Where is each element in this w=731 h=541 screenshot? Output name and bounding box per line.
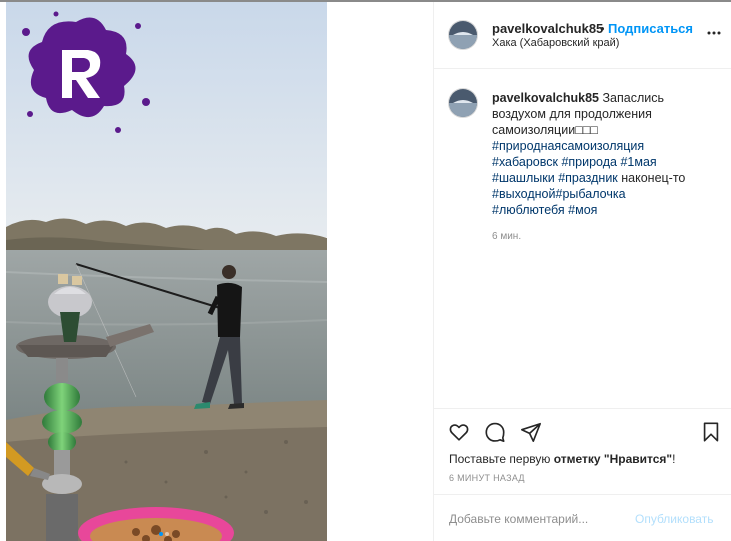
caption-avatar[interactable] xyxy=(448,88,478,118)
hashtag-link[interactable]: #рыбалочка xyxy=(556,187,626,201)
first-like-link[interactable]: отметку "Нравится" xyxy=(554,452,672,466)
hashtag-link[interactable]: #моя xyxy=(568,203,597,217)
hashtag-link[interactable]: #люблютебя xyxy=(492,203,565,217)
more-horizontal-icon[interactable] xyxy=(706,25,722,41)
header-separator: • xyxy=(600,21,605,36)
post-details-panel: pavelkovalchuk85 • Подписаться Хака (Хаб… xyxy=(433,2,731,541)
caption-emoji: □□□ xyxy=(575,123,598,137)
photo-scene xyxy=(6,2,327,541)
avatar[interactable] xyxy=(448,20,478,50)
carousel-dot xyxy=(165,532,169,536)
divider xyxy=(434,408,731,409)
likes-text: Поставьте первую xyxy=(449,452,554,466)
hashtag-link[interactable]: #природа xyxy=(561,155,617,169)
hashtag-link[interactable]: #выходной xyxy=(492,187,556,201)
bookmark-icon[interactable] xyxy=(700,421,722,443)
hashtag-link[interactable]: #природнаясамоизоляция xyxy=(492,139,644,153)
hashtag-link[interactable]: #шашлыки xyxy=(492,171,555,185)
post-header: pavelkovalchuk85 • Подписаться Хака (Хаб… xyxy=(434,2,731,69)
carousel-indicator xyxy=(158,523,170,541)
post-date[interactable]: 6 МИНУТ НАЗАД xyxy=(449,473,525,483)
heart-icon[interactable] xyxy=(448,421,470,443)
comment-input[interactable]: Добавьте комментарий... xyxy=(449,512,588,526)
location-link[interactable]: Хака (Хабаровский край) xyxy=(492,37,619,49)
follow-button[interactable]: Подписаться xyxy=(608,21,693,36)
post-photo[interactable] xyxy=(6,2,327,541)
header-username[interactable]: pavelkovalchuk85 xyxy=(492,21,603,36)
photo-right-gap xyxy=(327,2,433,541)
hashtag-link[interactable]: #1мая xyxy=(620,155,656,169)
caption-text: наконец-то xyxy=(617,171,686,185)
comment-bubble-icon[interactable] xyxy=(484,421,506,443)
hashtag-link[interactable]: #праздник xyxy=(558,171,618,185)
divider xyxy=(434,494,731,495)
carousel-dot-active xyxy=(159,532,163,536)
caption-time[interactable]: 6 мин. xyxy=(492,231,521,242)
paper-plane-icon[interactable] xyxy=(520,421,542,443)
hashtag-link[interactable]: #хабаровск xyxy=(492,155,558,169)
post-caption: pavelkovalchuk85 Запаслись воздухом для … xyxy=(492,90,720,218)
likes-summary: Поставьте первую отметку "Нравится"! xyxy=(449,452,675,466)
likes-text-end: ! xyxy=(672,452,676,466)
publish-comment-button[interactable]: Опубликовать xyxy=(635,512,713,526)
caption-username[interactable]: pavelkovalchuk85 xyxy=(492,91,599,105)
